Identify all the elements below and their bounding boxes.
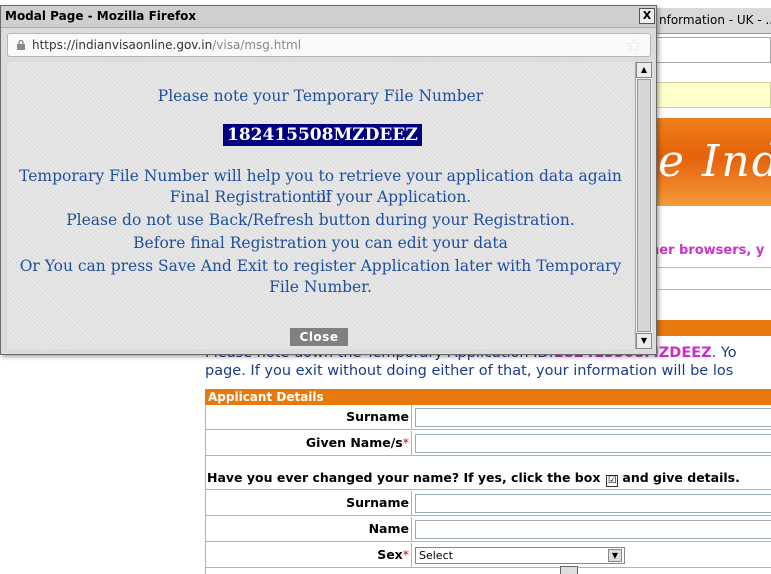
- site-banner: e Ind: [650, 118, 771, 206]
- form-row-previous-surname: Surname: [205, 491, 771, 516]
- modal-line: Final Registration of your Application.: [169, 188, 472, 206]
- url-host: https://indianvisaonline.gov.in: [32, 38, 213, 52]
- star-icon[interactable]: ★: [627, 36, 641, 55]
- modal-url: https://indianvisaonline.gov.in/visa/msg…: [32, 38, 301, 52]
- close-button[interactable]: Close: [290, 328, 348, 346]
- previous-name-field[interactable]: [415, 520, 771, 539]
- form-row-previous-name: Name: [205, 517, 771, 542]
- previous-surname-label: Surname: [205, 491, 412, 515]
- browser-viewport: nformation - UK - ... e Ind her browsers…: [0, 0, 771, 574]
- question-text: Have you ever changed your name? If yes,…: [207, 470, 601, 485]
- browser-notice: her browsers, y: [650, 243, 765, 258]
- note-suffix: . Yo: [711, 345, 737, 361]
- modal-titlebar[interactable]: Modal Page - Mozilla Firefox X: [1, 6, 656, 28]
- given-names-text: Given Name/s: [305, 435, 403, 450]
- previous-name-label: Name: [205, 517, 412, 541]
- previous-surname-field[interactable]: [415, 494, 771, 513]
- form-row-surname: Surname: [205, 405, 771, 430]
- scroll-up-icon[interactable]: ▲: [636, 62, 652, 78]
- modal-line: File Number.: [269, 278, 372, 296]
- question-suffix: and give details.: [622, 470, 740, 485]
- modal-line: Please do not use Back/Refresh button du…: [66, 211, 575, 229]
- close-icon[interactable]: X: [639, 8, 655, 24]
- chevron-down-icon[interactable]: ▼: [608, 549, 622, 562]
- modal-heading: Please note your Temporary File Number: [157, 87, 484, 105]
- form-row-given-names: Given Name/s*: [205, 431, 771, 456]
- surname-label: Surname: [205, 405, 412, 429]
- background-section-bar: [650, 320, 771, 336]
- scroll-down-icon[interactable]: ▼: [636, 333, 652, 349]
- modal-line: Before final Registration you can edit y…: [133, 234, 508, 252]
- modal-window: Modal Page - Mozilla Firefox X https://i…: [0, 5, 657, 355]
- surname-field[interactable]: [415, 408, 771, 427]
- sex-text: Sex: [377, 547, 403, 562]
- calendar-icon[interactable]: [560, 566, 578, 574]
- background-address-bar[interactable]: [650, 37, 771, 63]
- divider: [650, 267, 771, 268]
- scrollbar-thumb[interactable]: [637, 79, 651, 332]
- divider: [650, 289, 771, 290]
- sex-label: Sex*: [205, 543, 412, 567]
- changed-name-checkbox[interactable]: ☑: [606, 475, 619, 487]
- required-marker: *: [402, 435, 409, 450]
- background-window-titlebar: nformation - UK - ...: [640, 8, 771, 34]
- modal-line: Or You can press Save And Exit to regist…: [19, 257, 622, 275]
- modal-scrollbar[interactable]: ▲ ▼: [635, 62, 652, 349]
- lock-icon: [17, 40, 25, 50]
- form-row-sex: Sex* Select ▼: [205, 543, 771, 568]
- background-window-title: nformation - UK - ...: [659, 13, 771, 27]
- sex-select-value: Select: [419, 549, 453, 562]
- background-info-bar: [650, 82, 771, 108]
- given-names-label: Given Name/s*: [205, 431, 412, 455]
- changed-name-question: Have you ever changed your name? If yes,…: [205, 466, 771, 490]
- modal-content: Please note your Temporary File Number 1…: [7, 62, 634, 349]
- sex-select[interactable]: Select ▼: [415, 547, 625, 564]
- banner-text: e Ind: [658, 136, 771, 187]
- modal-url-bar: https://indianvisaonline.gov.in/visa/msg…: [7, 33, 651, 57]
- applicant-details-header: Applicant Details: [205, 389, 771, 405]
- given-names-field[interactable]: [415, 434, 771, 453]
- note-line-2: page. If you exit without doing either o…: [205, 363, 734, 379]
- url-path: /visa/msg.html: [212, 38, 302, 52]
- modal-title: Modal Page - Mozilla Firefox: [5, 9, 197, 23]
- temporary-file-number: 182415508MZDEEZ: [223, 124, 422, 146]
- required-marker: *: [402, 547, 409, 562]
